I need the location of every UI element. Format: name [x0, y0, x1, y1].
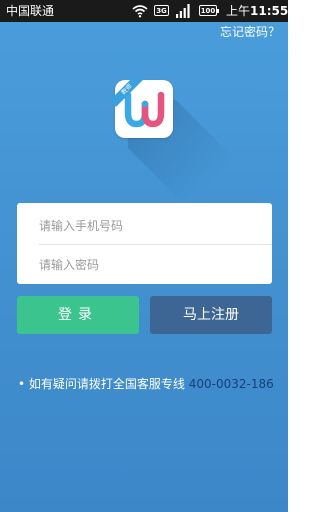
hotline-phone-link[interactable]: 400-0032-186 — [189, 377, 274, 391]
help-line: • 如有疑问请拨打全国客服专线 400-0032-186 — [18, 375, 274, 392]
clock-period: 上午 — [226, 4, 251, 18]
network-type-icon: 3G — [154, 5, 169, 16]
clock-time: 11:55 — [250, 4, 288, 18]
login-button[interactable]: 登录 — [17, 296, 139, 334]
logo-badge-label: 教师 — [113, 78, 143, 107]
phone-field — [17, 206, 272, 246]
forgot-password-link[interactable]: 忘记密码？ — [220, 23, 280, 40]
password-input[interactable] — [39, 245, 259, 285]
status-bar: 中国联通 3G 100 上午11:55 — [0, 0, 288, 22]
battery-icon: 100 — [199, 5, 219, 16]
clock: 上午11:55 — [226, 3, 288, 19]
wifi-icon — [132, 5, 148, 18]
login-form — [17, 203, 272, 285]
signal-strength-icon — [176, 4, 190, 18]
carrier-name: 中国联通 — [6, 4, 55, 18]
login-screen: 中国联通 3G 100 上午11:55 忘记密码？ 教师 请输入手机号码 登录 … — [0, 0, 288, 512]
phone-input[interactable] — [39, 206, 259, 246]
register-button[interactable]: 马上注册 — [150, 296, 272, 334]
help-text: • 如有疑问请拨打全国客服专线 — [18, 377, 189, 391]
logo-badge: 教师 — [113, 78, 143, 108]
password-field — [17, 245, 272, 285]
